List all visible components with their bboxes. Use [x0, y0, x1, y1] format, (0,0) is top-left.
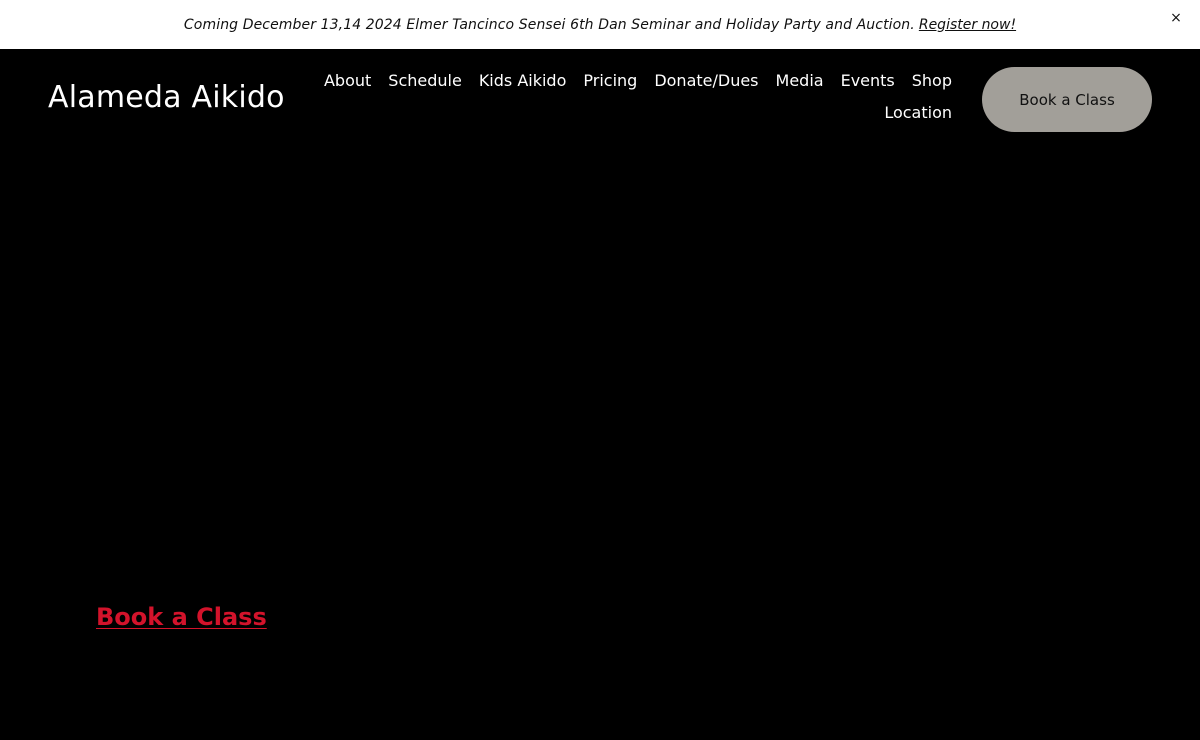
book-a-class-button[interactable]: Book a Class: [982, 67, 1152, 132]
site-title[interactable]: Alameda Aikido: [48, 80, 285, 115]
nav-item-pricing[interactable]: Pricing: [583, 69, 637, 93]
nav-item-about[interactable]: About: [324, 69, 371, 93]
nav-item-donate-dues[interactable]: Donate/Dues: [654, 69, 758, 93]
nav-item-schedule[interactable]: Schedule: [388, 69, 462, 93]
close-icon[interactable]: ×: [1168, 10, 1184, 26]
announcement-text: Coming December 13,14 2024 Elmer Tancinc…: [183, 16, 915, 33]
main-nav: About Schedule Kids Aikido Pricing Donat…: [300, 69, 952, 125]
site-header: Alameda Aikido About Schedule Kids Aikid…: [0, 49, 1200, 149]
nav-item-location[interactable]: Location: [884, 101, 952, 125]
register-now-link[interactable]: Register now!: [919, 17, 1016, 33]
nav-item-kids-aikido[interactable]: Kids Aikido: [479, 69, 567, 93]
announcement-bar: Coming December 13,14 2024 Elmer Tancinc…: [0, 0, 1200, 49]
hero-book-a-class-link[interactable]: Book a Class: [96, 603, 267, 631]
nav-item-shop[interactable]: Shop: [912, 69, 952, 93]
hero-section: Book a Class: [0, 149, 1200, 740]
nav-item-events[interactable]: Events: [841, 69, 895, 93]
nav-item-media[interactable]: Media: [776, 69, 824, 93]
